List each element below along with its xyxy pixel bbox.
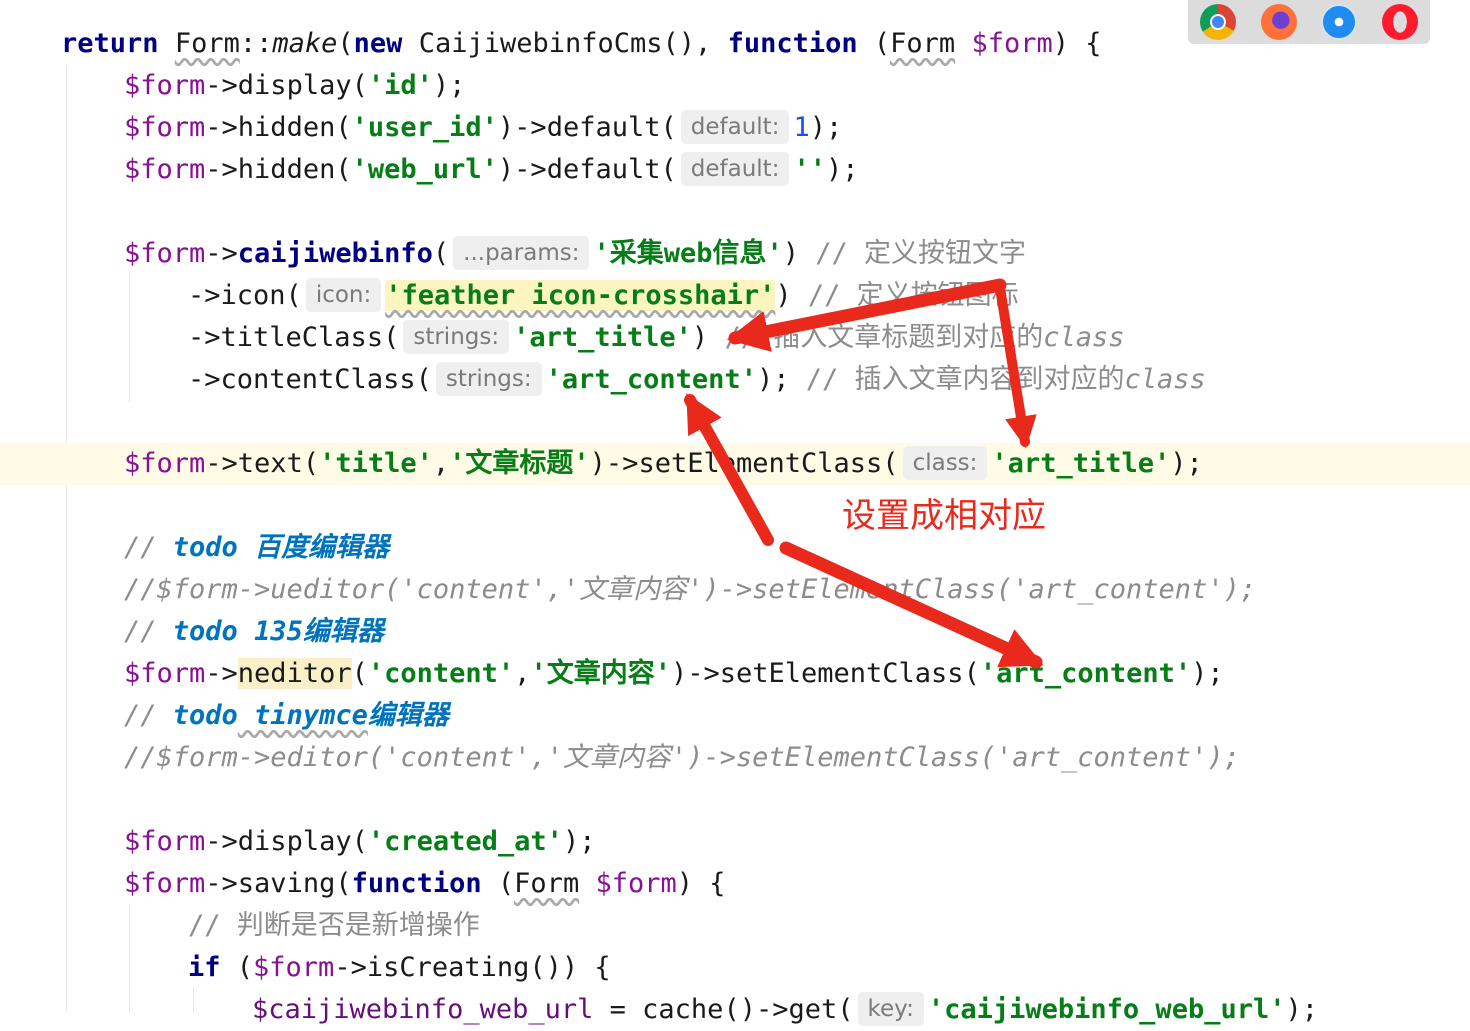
annotation-callout: 设置成相对应	[842, 496, 1046, 536]
arrow-to-art-content	[779, 541, 1044, 669]
annotation-arrows	[684, 278, 1044, 669]
arrow-to-title-class	[726, 278, 1007, 352]
arrow-to-content-class	[684, 393, 774, 546]
arrow-to-art-title	[995, 283, 1037, 449]
